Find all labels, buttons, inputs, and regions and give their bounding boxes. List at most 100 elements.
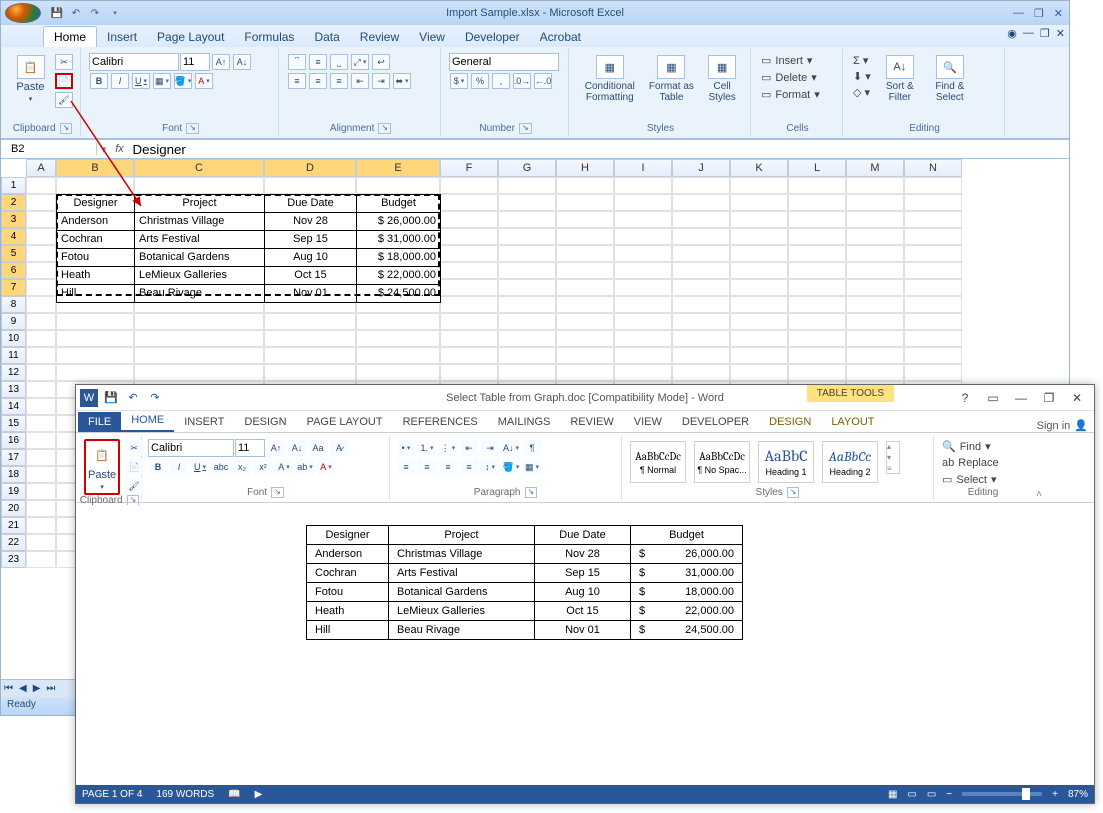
cell[interactable] [356, 330, 440, 347]
row-header[interactable]: 2 [1, 194, 26, 211]
cell[interactable] [730, 313, 788, 330]
table-cell[interactable]: Anderson [307, 545, 389, 564]
cell[interactable] [440, 194, 498, 211]
row-header[interactable]: 12 [1, 364, 26, 381]
table-cell[interactable]: Arts Festival [389, 564, 535, 583]
cell[interactable] [730, 177, 788, 194]
cut-icon[interactable]: ✂ [55, 54, 73, 70]
table-cell[interactable]: Aug 10 [265, 249, 357, 267]
cell[interactable] [26, 551, 56, 568]
redo-icon[interactable]: ↷ [87, 5, 103, 21]
row-header[interactable]: 22 [1, 534, 26, 551]
cell[interactable] [498, 211, 556, 228]
office-button[interactable] [5, 3, 41, 23]
underline-button[interactable]: U [132, 73, 150, 89]
row-header[interactable]: 13 [1, 381, 26, 398]
tab-developer[interactable]: DEVELOPER [672, 412, 759, 432]
table-cell[interactable]: Heath [307, 602, 389, 621]
copy-icon[interactable]: 📄 [55, 73, 73, 89]
change-case-icon[interactable]: Aa [309, 440, 327, 456]
font-size-select[interactable] [180, 53, 210, 71]
cell[interactable] [614, 177, 672, 194]
cell[interactable] [26, 177, 56, 194]
cell[interactable] [788, 262, 846, 279]
table-header[interactable]: Due Date [265, 195, 357, 213]
cell[interactable] [26, 330, 56, 347]
zoom-slider[interactable] [962, 792, 1042, 796]
excel-data-table[interactable]: DesignerProjectDue DateBudgetAndersonChr… [56, 194, 441, 303]
cell[interactable] [498, 330, 556, 347]
cell[interactable] [498, 228, 556, 245]
shading-icon[interactable]: 🪣 [502, 459, 520, 475]
cell[interactable] [672, 211, 730, 228]
table-cell[interactable]: Christmas Village [135, 213, 265, 231]
styles-more-button[interactable]: ▴▾≡ [886, 441, 900, 474]
cell[interactable] [788, 177, 846, 194]
cell[interactable] [846, 194, 904, 211]
cell[interactable] [788, 330, 846, 347]
read-mode-icon[interactable]: ▭ [907, 789, 916, 800]
cell[interactable] [26, 483, 56, 500]
sort-icon[interactable]: A↓ [502, 440, 520, 456]
cell[interactable] [904, 347, 962, 364]
cell[interactable] [264, 330, 356, 347]
column-header[interactable]: B [56, 159, 134, 177]
cell[interactable] [614, 330, 672, 347]
cell[interactable] [904, 228, 962, 245]
row-header[interactable]: 23 [1, 551, 26, 568]
cell[interactable] [498, 262, 556, 279]
replace-button[interactable]: ab Replace [940, 456, 1001, 470]
row-header[interactable]: 19 [1, 483, 26, 500]
row-header[interactable]: 1 [1, 177, 26, 194]
find-select-button[interactable]: 🔍Find & Select [927, 53, 973, 105]
cell[interactable] [264, 347, 356, 364]
align-middle-icon[interactable]: ≡ [309, 54, 327, 70]
cell[interactable] [904, 211, 962, 228]
table-cell[interactable]: $ 18,000.00 [357, 249, 441, 267]
table-cell[interactable]: $ 31,000.00 [357, 231, 441, 249]
cell[interactable] [440, 279, 498, 296]
cell[interactable] [56, 347, 134, 364]
row-header[interactable]: 3 [1, 211, 26, 228]
tab-file[interactable]: FILE [78, 412, 121, 432]
align-left-icon[interactable]: ≡ [397, 459, 415, 475]
tab-developer[interactable]: Developer [455, 27, 530, 47]
italic-button[interactable]: I [111, 73, 129, 89]
cell[interactable] [26, 466, 56, 483]
align-center-icon[interactable]: ≡ [418, 459, 436, 475]
cell[interactable] [498, 296, 556, 313]
cell[interactable] [56, 330, 134, 347]
table-cell[interactable]: $ 24,500.00 [631, 621, 743, 640]
underline-button[interactable]: U [191, 459, 209, 475]
table-cell[interactable]: $ 22,000.00 [631, 602, 743, 621]
sort-filter-button[interactable]: A↓Sort & Filter [877, 53, 923, 105]
column-header[interactable]: G [498, 159, 556, 177]
column-header[interactable]: J [672, 159, 730, 177]
cell[interactable] [904, 245, 962, 262]
cut-icon[interactable]: ✂ [125, 440, 143, 456]
tab-review[interactable]: REVIEW [560, 412, 623, 432]
help-icon[interactable]: ◉ [1007, 27, 1017, 40]
proofing-icon[interactable]: 📖 [228, 789, 240, 800]
table-header[interactable]: Designer [307, 526, 389, 545]
name-box[interactable]: B2 [1, 143, 97, 155]
cell[interactable] [556, 194, 614, 211]
cell[interactable] [26, 449, 56, 466]
table-cell[interactable]: LeMieux Galleries [135, 267, 265, 285]
row-header[interactable]: 4 [1, 228, 26, 245]
cell[interactable] [904, 330, 962, 347]
format-cells-button[interactable]: ▭ Format ▾ [759, 87, 822, 102]
row-header[interactable]: 15 [1, 415, 26, 432]
table-cell[interactable]: Oct 15 [265, 267, 357, 285]
cell[interactable] [134, 313, 264, 330]
table-cell[interactable]: Botanical Gardens [135, 249, 265, 267]
cell[interactable] [904, 296, 962, 313]
merge-center-icon[interactable]: ⬌ [393, 73, 411, 89]
format-as-table-button[interactable]: ▦Format as Table [647, 53, 697, 105]
text-effects-icon[interactable]: A [275, 459, 293, 475]
help-icon[interactable]: ? [954, 391, 976, 405]
table-cell[interactable]: $ 26,000.00 [357, 213, 441, 231]
insert-cells-button[interactable]: ▭ Insert ▾ [759, 53, 814, 68]
style-tile[interactable]: AaBbCcDc¶ Normal [630, 441, 686, 483]
close-button[interactable]: ✕ [1054, 7, 1063, 20]
